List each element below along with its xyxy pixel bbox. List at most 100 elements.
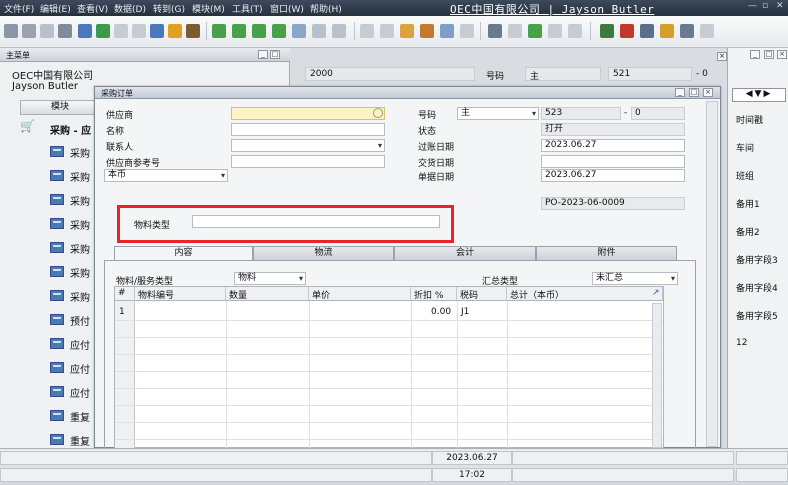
- menu-item-purchase[interactable]: 采购: [50, 190, 95, 212]
- base-document-icon[interactable]: [360, 24, 374, 38]
- target-document-icon[interactable]: [380, 24, 394, 38]
- menu-file[interactable]: 文件(F): [4, 2, 34, 15]
- close-icon[interactable]: ×: [703, 88, 713, 97]
- vendor-input[interactable]: [231, 107, 385, 120]
- column-header-unit-price[interactable]: 单价: [309, 287, 411, 301]
- tab-logistics[interactable]: 物流: [253, 246, 394, 261]
- edit-icon[interactable]: [488, 24, 502, 38]
- menu-item-payable[interactable]: 应付: [50, 382, 95, 404]
- item-type-select[interactable]: 物料: [234, 272, 306, 285]
- menu-item-purchase[interactable]: 采购: [50, 166, 95, 188]
- panel-nav-icon[interactable]: ◀▼▶: [732, 88, 786, 102]
- menu-goto[interactable]: 转到(G): [153, 2, 185, 15]
- sort-icon[interactable]: [332, 24, 346, 38]
- tab-contents[interactable]: 内容: [114, 246, 253, 261]
- print-preview-icon[interactable]: [4, 24, 18, 38]
- minimize-icon[interactable]: —: [748, 1, 758, 13]
- menu-modules[interactable]: 模块(M): [192, 2, 225, 15]
- message-icon[interactable]: [548, 24, 562, 38]
- menu-item-purchase[interactable]: 采购: [50, 238, 95, 260]
- summary-type-select[interactable]: 未汇总: [592, 272, 678, 285]
- calculator-icon[interactable]: [600, 24, 614, 38]
- settings-icon[interactable]: [700, 24, 714, 38]
- maximize-icon[interactable]: □: [270, 50, 280, 59]
- close-icon[interactable]: ✕: [776, 1, 786, 13]
- menu-window[interactable]: 窗口(W): [270, 2, 304, 15]
- grid-scrollbar[interactable]: [652, 303, 662, 448]
- menu-view[interactable]: 查看(V): [77, 2, 108, 15]
- choose-from-list-icon[interactable]: [373, 108, 383, 118]
- contact-select[interactable]: [231, 139, 385, 152]
- add-document-icon[interactable]: [528, 24, 542, 38]
- row-discount[interactable]: 0.00: [431, 307, 451, 317]
- menu-item-prepayment[interactable]: 预付: [50, 310, 95, 332]
- cube-icon[interactable]: [420, 24, 434, 38]
- column-header-number[interactable]: #: [115, 287, 135, 301]
- new-document-icon[interactable]: [508, 24, 522, 38]
- find-icon[interactable]: [168, 24, 182, 38]
- users-icon[interactable]: [680, 24, 694, 38]
- email-icon[interactable]: [40, 24, 54, 38]
- menu-data[interactable]: 数据(D): [114, 2, 146, 15]
- restore-icon[interactable]: ▫: [762, 1, 772, 13]
- export-icon[interactable]: [78, 24, 92, 38]
- chart-icon[interactable]: [440, 24, 454, 38]
- menu-item-purchase[interactable]: 采购: [50, 142, 95, 164]
- print-icon[interactable]: [22, 24, 36, 38]
- minimize-icon[interactable]: _: [675, 88, 685, 97]
- monitor-icon[interactable]: [640, 24, 654, 38]
- column-header-tax-code[interactable]: 税码: [457, 287, 507, 301]
- vendor-ref-input[interactable]: [231, 155, 385, 168]
- last-record-icon[interactable]: [272, 24, 286, 38]
- copy-icon[interactable]: [150, 24, 164, 38]
- journal-icon[interactable]: [460, 24, 474, 38]
- tab-accounting[interactable]: 会计: [394, 246, 536, 261]
- expand-icon[interactable]: ↗: [652, 288, 662, 298]
- column-header-quantity[interactable]: 数量: [226, 287, 309, 301]
- background-close-icon[interactable]: ×: [717, 52, 727, 61]
- series-select[interactable]: 主: [457, 107, 539, 120]
- refresh-icon[interactable]: [292, 24, 306, 38]
- menu-item-purchase[interactable]: 采购: [50, 286, 95, 308]
- previous-record-icon[interactable]: [232, 24, 246, 38]
- menu-tools[interactable]: 工具(T): [232, 2, 263, 15]
- menu-item-payable[interactable]: 应付: [50, 358, 95, 380]
- calendar-icon[interactable]: [620, 24, 634, 38]
- send-icon[interactable]: [58, 24, 72, 38]
- currency-select[interactable]: 本币: [104, 169, 228, 182]
- document-icon[interactable]: [114, 24, 128, 38]
- menu-item-purchase[interactable]: 采购: [50, 262, 95, 284]
- maximize-icon[interactable]: □: [764, 50, 774, 59]
- column-header-total[interactable]: 总计（本币）: [507, 287, 663, 301]
- module-purchasing[interactable]: 采购 - 应: [50, 122, 91, 137]
- excel-icon[interactable]: [96, 24, 110, 38]
- next-record-icon[interactable]: [252, 24, 266, 38]
- chat-icon[interactable]: [568, 24, 582, 38]
- column-header-item-code[interactable]: 物料编号: [135, 287, 226, 301]
- document-date-input[interactable]: 2023.06.27: [541, 169, 685, 182]
- pdf-icon[interactable]: [132, 24, 146, 38]
- delivery-date-input[interactable]: [541, 155, 685, 168]
- menu-item-recurring[interactable]: 重复: [50, 406, 95, 428]
- alert-icon[interactable]: [660, 24, 674, 38]
- maximize-icon[interactable]: □: [689, 88, 699, 97]
- menu-item-payable[interactable]: 应付: [50, 334, 95, 356]
- minimize-icon[interactable]: _: [258, 50, 268, 59]
- window-scrollbar[interactable]: [706, 101, 718, 447]
- tab-attachments[interactable]: 附件: [536, 246, 677, 261]
- column-header-discount[interactable]: 折扣 %: [411, 287, 457, 301]
- binoculars-icon[interactable]: [186, 24, 200, 38]
- minimize-icon[interactable]: _: [750, 50, 760, 59]
- name-input[interactable]: [231, 123, 385, 136]
- filter-icon[interactable]: [312, 24, 326, 38]
- first-record-icon[interactable]: [212, 24, 226, 38]
- tab-modules[interactable]: 模块: [20, 100, 100, 115]
- row-tax-code[interactable]: J1: [461, 307, 469, 317]
- menu-help[interactable]: 帮助(H): [310, 2, 342, 15]
- close-icon[interactable]: ×: [777, 50, 787, 59]
- menu-item-purchase[interactable]: 采购: [50, 214, 95, 236]
- menu-edit[interactable]: 编辑(E): [40, 2, 71, 15]
- material-type-input[interactable]: [192, 215, 440, 228]
- layout-icon[interactable]: [400, 24, 414, 38]
- posting-date-input[interactable]: 2023.06.27: [541, 139, 685, 152]
